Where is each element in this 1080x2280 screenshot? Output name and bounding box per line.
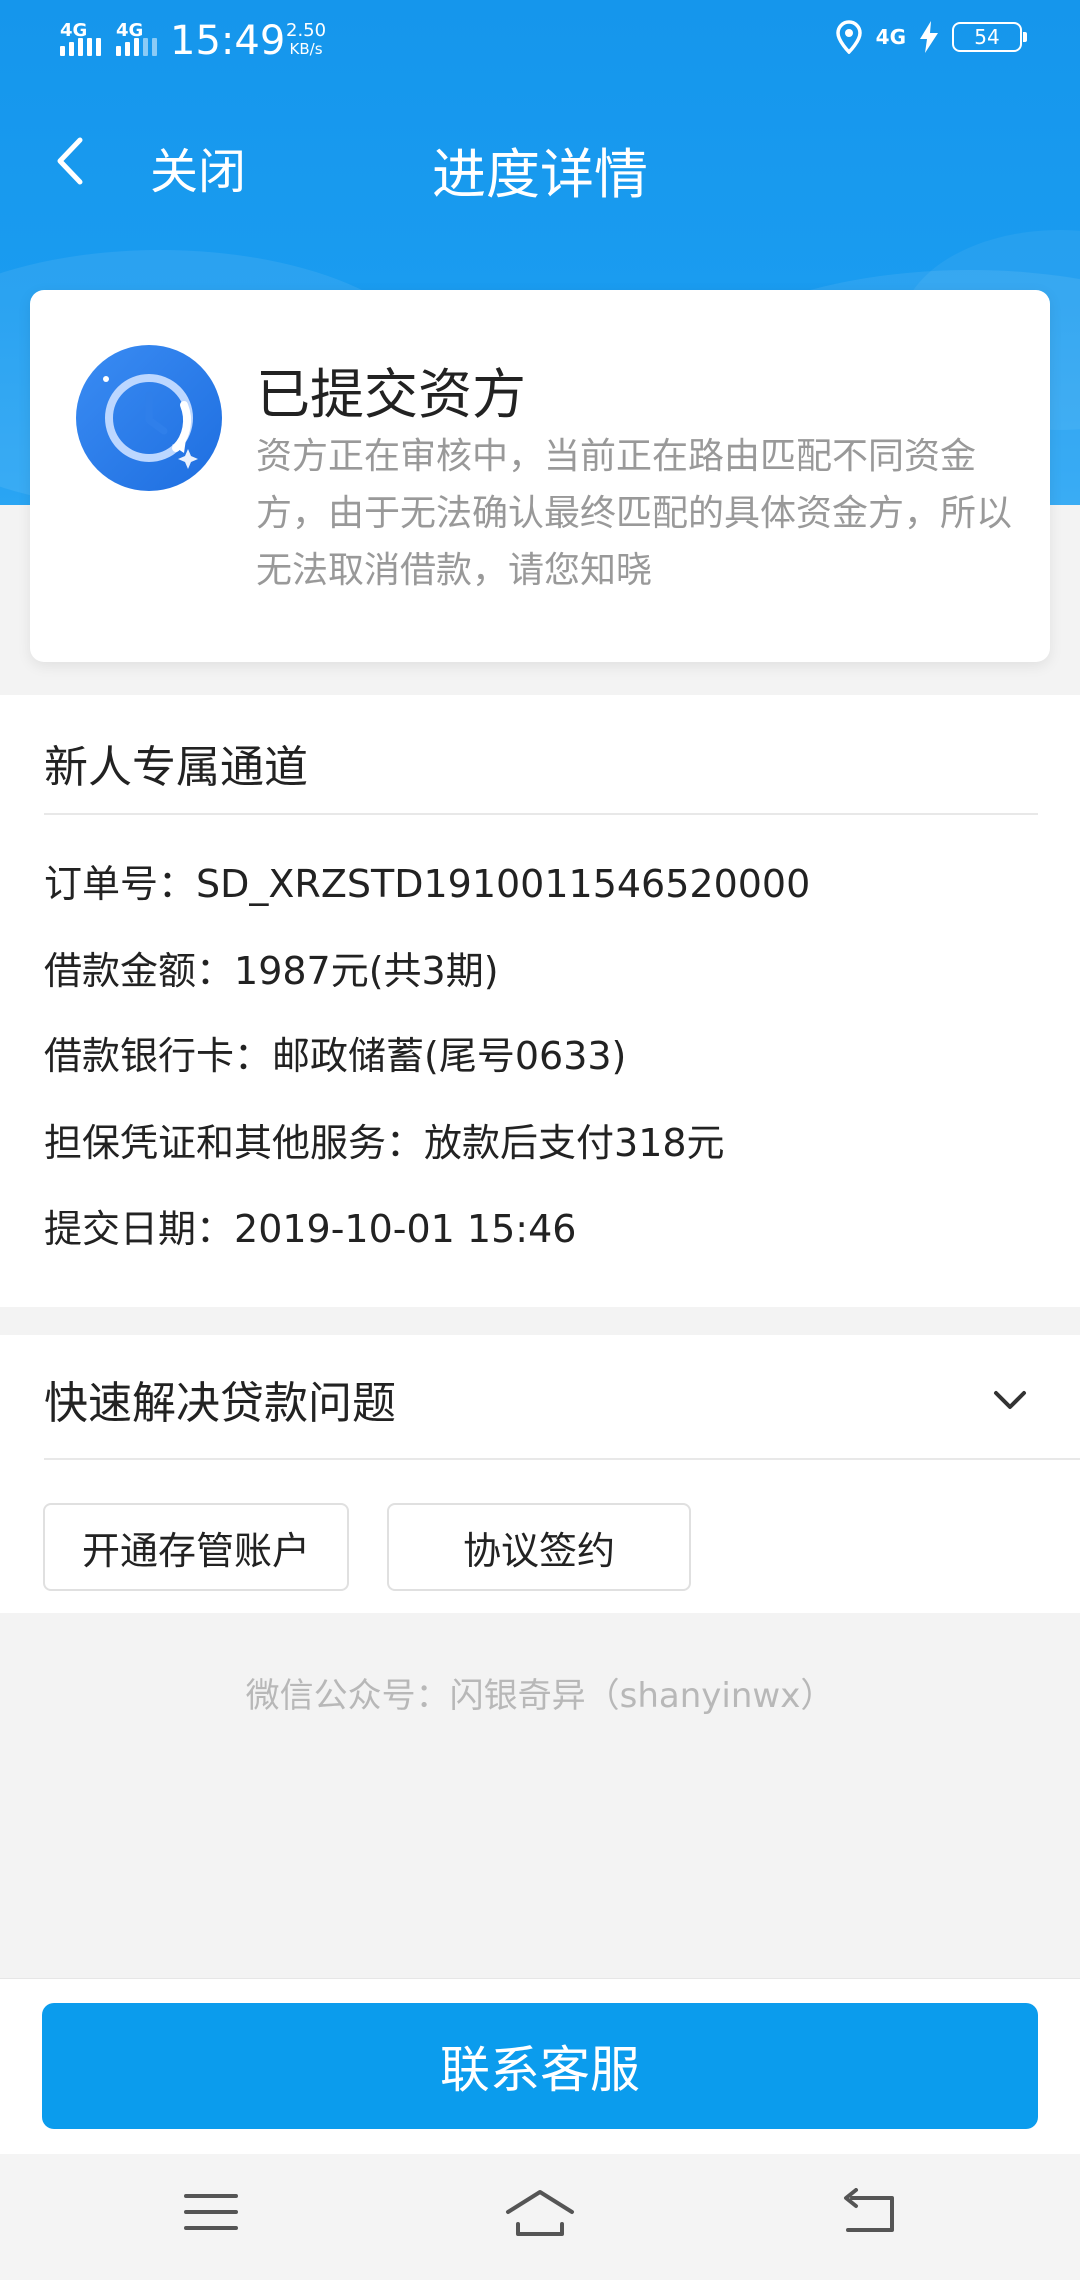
home-icon[interactable] <box>504 2188 576 2240</box>
page-title: 进度详情 <box>432 143 648 206</box>
speed-value: 2.50 <box>286 20 327 41</box>
battery-icon: 54 <box>952 22 1027 52</box>
quick-solve-title[interactable]: 快速解决贷款问题 <box>44 1367 396 1431</box>
contact-service-button[interactable]: 联系客服 <box>42 2003 1038 2129</box>
row-label: 担保凭证和其他服务： <box>44 1121 425 1165</box>
row-value: 2019-10-01 15:46 <box>234 1207 577 1251</box>
row-value: 放款后支付318元 <box>424 1121 725 1165</box>
bank-card-row: 借款银行卡：邮政储蓄(尾号0633) <box>44 1025 626 1080</box>
back-icon[interactable] <box>840 2188 896 2236</box>
network-type: 4G <box>875 25 906 49</box>
nav-bar: 关闭 进度详情 <box>0 110 1080 210</box>
status-title: 已提交资方 <box>256 363 526 426</box>
bottom-action-bar: 联系客服 <box>0 1978 1080 2154</box>
location-icon <box>835 20 862 54</box>
battery-level: 54 <box>974 25 1000 49</box>
chevron-down-icon[interactable] <box>990 1385 1030 1415</box>
menu-icon[interactable] <box>184 2188 238 2236</box>
row-label: 提交日期： <box>44 1207 235 1251</box>
wechat-account-note: 微信公众号：闪银奇异（shanyinwx） <box>245 1676 835 1716</box>
signal-strength-icon <box>60 38 101 56</box>
row-label: 借款银行卡： <box>44 1034 273 1078</box>
row-value: 1987元(共3期) <box>234 949 499 993</box>
status-card: 已提交资方 资方正在审核中，当前正在路由匹配不同资金方，由于无法确认最终匹配的具… <box>30 290 1050 662</box>
guarantee-row: 担保凭证和其他服务：放款后支付318元 <box>44 1112 725 1167</box>
open-depository-account-button[interactable]: 开通存管账户 <box>43 1503 349 1591</box>
status-time: 15:49 <box>170 18 286 64</box>
speed-unit: KB/s <box>289 40 323 58</box>
row-value: 邮政储蓄(尾号0633) <box>272 1034 627 1078</box>
quick-solve-section: 快速解决贷款问题 开通存管账户 协议签约 <box>0 1335 1080 1613</box>
row-label: 借款金额： <box>44 949 235 993</box>
system-nav-bar <box>0 2154 1080 2280</box>
row-label: 订单号： <box>44 862 197 906</box>
agreement-signing-button[interactable]: 协议签约 <box>387 1503 691 1591</box>
status-icons: 4G 54 <box>835 20 1027 54</box>
charging-icon <box>920 21 938 53</box>
order-number-row: 订单号：SD_XRZSTD1910011546520000 <box>44 853 810 908</box>
submit-date-row: 提交日期：2019-10-01 15:46 <box>44 1198 576 1253</box>
status-description: 资方正在审核中，当前正在路由匹配不同资金方，由于无法确认最终匹配的具体资金方，所… <box>256 436 1013 591</box>
divider <box>44 1458 1080 1460</box>
status-bar: 4G 4G 15:49 2.50 KB/s 4G 54 <box>0 0 1080 84</box>
channel-title: 新人专属通道 <box>44 742 308 793</box>
network-speed: 2.50 KB/s <box>286 20 327 59</box>
row-value: SD_XRZSTD1910011546520000 <box>196 862 811 906</box>
clock-refresh-icon <box>76 345 222 491</box>
order-info-section: 新人专属通道 订单号：SD_XRZSTD1910011546520000 借款金… <box>0 695 1080 1307</box>
divider <box>44 813 1038 815</box>
signal-strength-icon <box>116 38 157 56</box>
loan-amount-row: 借款金额：1987元(共3期) <box>44 940 499 995</box>
